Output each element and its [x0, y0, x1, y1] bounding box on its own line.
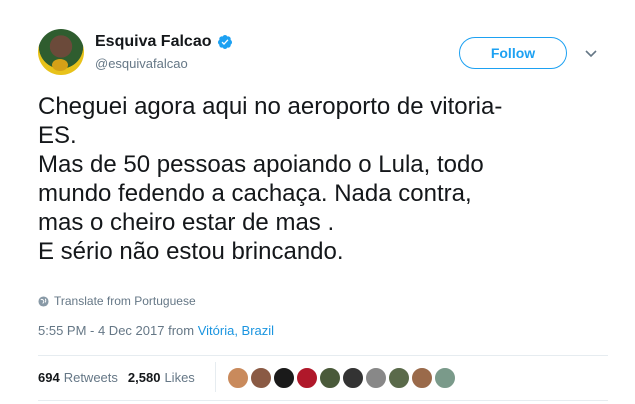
liker-avatar[interactable] — [273, 367, 295, 389]
globe-icon — [38, 295, 49, 307]
retweets-count: 694 — [38, 370, 60, 385]
translate-link[interactable]: Translate from Portuguese — [38, 294, 196, 308]
stats-separator — [215, 362, 216, 392]
tweet-text: Cheguei agora aqui no aeroporto de vitor… — [38, 93, 503, 265]
timestamp[interactable]: 5:55 PM - 4 Dec 2017 — [38, 323, 164, 338]
liker-avatar[interactable] — [227, 367, 249, 389]
avatar[interactable] — [38, 29, 84, 75]
liker-avatar[interactable] — [342, 367, 364, 389]
verified-badge-icon — [217, 35, 232, 49]
retweets-stat[interactable]: 694 Retweets — [38, 370, 118, 385]
liker-avatar[interactable] — [319, 367, 341, 389]
liker-avatar[interactable] — [411, 367, 433, 389]
likes-count: 2,580 — [127, 370, 161, 385]
liker-avatar[interactable] — [388, 367, 410, 389]
name-row: Esquiva Falcao — [95, 33, 233, 51]
divider-bottom — [38, 400, 608, 401]
liker-avatar[interactable] — [296, 367, 318, 389]
medal-shape — [52, 59, 68, 71]
tweet-stats: 694 Retweets 2,580 Likes — [38, 370, 205, 385]
liker-avatars — [227, 367, 457, 389]
chevron-down-icon[interactable] — [583, 45, 599, 61]
liker-avatar[interactable] — [365, 367, 387, 389]
translate-label[interactable]: Translate from Portuguese — [54, 294, 196, 308]
retweets-label: Retweets — [63, 370, 118, 385]
tweet-meta: 5:55 PM - 4 Dec 2017 from Vitória, Brazi… — [38, 323, 274, 338]
location-link[interactable]: Vitória, Brazil — [198, 323, 274, 338]
tweet-header: Esquiva Falcao @esquivafalcao Follow — [38, 29, 608, 77]
follow-button[interactable]: Follow — [459, 37, 567, 69]
user-handle[interactable]: @esquivafalcao — [95, 56, 188, 71]
from-label: from — [168, 323, 195, 338]
user-name[interactable]: Esquiva Falcao — [95, 33, 212, 51]
likes-label: Likes — [164, 370, 195, 385]
likes-stat[interactable]: 2,580 Likes — [128, 370, 195, 385]
liker-avatar[interactable] — [434, 367, 456, 389]
divider-top — [38, 355, 608, 356]
liker-avatar[interactable] — [250, 367, 272, 389]
